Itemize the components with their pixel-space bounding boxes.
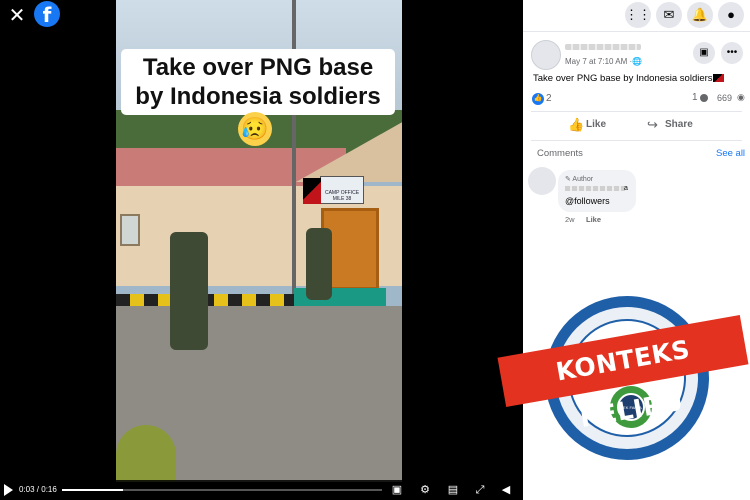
building-gable <box>296 120 402 182</box>
more-options-button[interactable]: ••• <box>721 42 743 64</box>
save-post-button[interactable]: ▣ <box>693 42 715 64</box>
progress-fill <box>62 489 123 491</box>
commenter-name-redacted[interactable] <box>565 186 625 191</box>
video-player-controls: 0:03 / 0:16 ▣ ⚙ ▤ ⤢ ◀ <box>0 480 523 500</box>
foreground-plant <box>116 425 176 482</box>
grid-menu-icon[interactable]: ⋮⋮ <box>625 2 651 28</box>
comment-time[interactable]: 2w <box>565 215 575 224</box>
commenter-avatar[interactable] <box>528 167 556 195</box>
captions-icon[interactable]: ▣ <box>390 483 404 497</box>
post-author-name-redacted[interactable] <box>565 44 641 50</box>
close-icon[interactable]: ✕ <box>6 6 28 28</box>
facebook-logo[interactable]: f <box>34 1 60 27</box>
account-avatar-icon[interactable]: ● <box>718 2 744 28</box>
sad-face-emoji: 😥 <box>238 112 272 146</box>
like-button[interactable]: Like <box>586 119 606 130</box>
comment-count[interactable]: 1 <box>692 92 698 103</box>
post-timestamp[interactable]: May 7 at 7:10 AM · <box>565 57 632 66</box>
reaction-count[interactable]: 2 <box>546 93 552 104</box>
volume-icon[interactable]: ◀ <box>499 483 513 497</box>
comment-bubble-icon <box>700 94 708 102</box>
bell-icon[interactable]: 🔔 <box>687 2 713 28</box>
soldier-figure <box>170 232 208 350</box>
png-flag-image <box>303 178 321 204</box>
video-viewer: ✕ f CAMP OFFICE MILE 38 Take over PNG ba… <box>0 0 523 500</box>
video-time: 0:03 / 0:16 <box>19 485 57 494</box>
author-badge: ✎ Author <box>565 176 594 183</box>
settings-gear-icon[interactable]: ⚙ <box>418 483 432 497</box>
share-button[interactable]: Share <box>665 119 693 130</box>
thumbs-up-icon: 👍 <box>568 117 585 132</box>
messenger-icon[interactable]: ✉ <box>656 2 682 28</box>
commenter-name-suffix: a <box>624 185 628 192</box>
post-text: Take over PNG base by Indonesia soldiers <box>533 73 713 84</box>
see-all-link[interactable]: See all <box>716 148 745 159</box>
progress-bar[interactable] <box>62 489 382 491</box>
play-icon[interactable] <box>4 484 13 496</box>
fullscreen-icon[interactable]: ⤢ <box>473 483 487 497</box>
building-window <box>120 214 140 246</box>
video-caption: Take over PNG base by Indonesia soldiers <box>121 49 395 115</box>
png-flag-emoji <box>713 74 724 82</box>
post-author-avatar[interactable] <box>531 40 561 70</box>
comment-like-button[interactable]: Like <box>586 215 601 224</box>
top-bar: ⋮⋮ ✉ 🔔 ● <box>523 0 750 32</box>
camp-office-sign: CAMP OFFICE MILE 38 <box>320 176 364 204</box>
eye-icon: ◉ <box>737 92 745 102</box>
comments-heading: Comments <box>537 148 583 159</box>
flag-pole <box>292 0 296 300</box>
globe-icon: 🌐 <box>632 57 642 66</box>
post-actions: 👍 Like ↪ Share <box>531 111 742 141</box>
picture-in-picture-icon[interactable]: ▤ <box>446 483 460 497</box>
view-count: 669 <box>717 93 733 103</box>
soldier-figure <box>306 228 332 300</box>
comment-text: @followers <box>565 196 610 206</box>
like-reaction-icon[interactable]: 👍 <box>532 93 544 105</box>
share-arrow-icon: ↪ <box>647 117 658 132</box>
